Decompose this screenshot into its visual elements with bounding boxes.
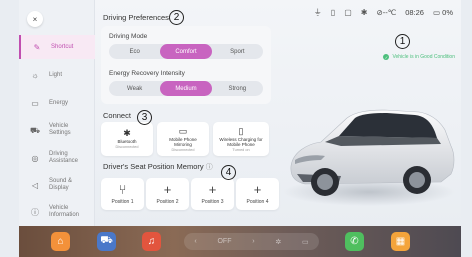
seat-icon: ⑂ [118, 181, 127, 197]
temperature-readout: ⊘--℃ [376, 7, 397, 17]
sidebar-item-label: Light [49, 71, 63, 78]
apps-grid-icon: ▦ [395, 236, 406, 247]
battery-readout: ▭ 0% [432, 7, 453, 17]
speaker-icon: ◁ [31, 180, 39, 190]
sidebar: × ✎ Shortcut ☼ Light ▭ Energy ⛟ Vehicle … [19, 0, 95, 226]
driving-preferences-title: Driving Preferences [103, 13, 169, 22]
mobile-mirroring-title: Mobile Phone Mirroring [169, 136, 197, 147]
car-icon: ⛟ [100, 235, 113, 246]
plus-icon: + [208, 181, 217, 197]
music-button[interactable]: ♫ [142, 232, 161, 251]
energy-recovery-selector: Weak Medium Strong [109, 81, 263, 96]
sidebar-item-light[interactable]: ☼ Light [19, 63, 95, 87]
dock: ⌂ ⛟ ♫ ‹ OFF › ✲ ▭ ✆ ▦ [19, 226, 461, 257]
seat-position-4[interactable]: + Position 4 [236, 178, 279, 210]
sun-icon: ☼ [31, 70, 39, 80]
vehicle-button[interactable]: ⛟ [97, 232, 116, 251]
wireless-charging-title: Wireless Charging for Mobile Phone [219, 136, 263, 147]
plus-icon: + [163, 181, 172, 197]
climate-left-arrow-icon[interactable]: ‹ [194, 238, 196, 245]
seat-memory-title: Driver's Seat Position Memory ⓘ [103, 162, 213, 171]
energy-recovery-label: Energy Recovery Intensity [109, 70, 185, 77]
energy-recovery-medium[interactable]: Medium [160, 81, 212, 96]
bluetooth-icon: ✱ [123, 128, 131, 138]
driving-mode-selector: Eco Comfort Sport [109, 44, 263, 59]
bluetooth-icon: ✱ [360, 7, 368, 17]
info-icon: ⓘ [31, 207, 39, 217]
status-bar: ⏚ ▯ ▢ ✱ ⊘--℃ 08:26 ▭ 0% [314, 6, 453, 18]
vehicle-status: ✓ Vehicle is in Good Condition [383, 54, 455, 60]
battery-icon: ▭ [31, 98, 39, 108]
driving-mode-label: Driving Mode [109, 33, 148, 40]
sidebar-item-label: Energy [49, 99, 69, 106]
climate-off-label[interactable]: OFF [217, 238, 231, 245]
pen-icon: ✎ [33, 42, 41, 52]
screen-cast-icon: ▢ [344, 7, 352, 17]
annotation-marker-4: 4 [221, 165, 236, 180]
sim-icon: ▯ [330, 7, 336, 17]
seat-memory-info-icon[interactable]: ⓘ [206, 164, 213, 171]
phone-button[interactable]: ✆ [345, 232, 364, 251]
car-image [283, 109, 455, 206]
home-button[interactable]: ⌂ [51, 232, 70, 251]
seat-position-label: Position 3 [201, 198, 224, 205]
sidebar-item-label: Shortcut [51, 43, 74, 50]
mobile-mirroring-status: Disconnected [171, 147, 195, 152]
sidebar-item-label: Driving Assistance [49, 151, 79, 164]
energy-recovery-weak[interactable]: Weak [109, 81, 160, 96]
sidebar-item-sound-display[interactable]: ◁ Sound & Display [19, 173, 95, 197]
seat-heat-icon[interactable]: ▭ [302, 238, 309, 246]
close-button[interactable]: × [27, 11, 43, 27]
annotation-marker-2: 2 [169, 10, 184, 25]
clock: 08:26 [405, 7, 424, 17]
sidebar-item-vehicle-information[interactable]: ⓘ Vehicle Information [19, 200, 95, 224]
seat-position-label: Position 2 [156, 198, 179, 205]
sidebar-item-energy[interactable]: ▭ Energy [19, 91, 95, 115]
connect-title: Connect [103, 111, 131, 120]
home-icon: ⌂ [57, 236, 64, 247]
wireless-charging-card[interactable]: ▯ Wireless Charging for Mobile Phone Tur… [213, 122, 269, 156]
close-icon: × [32, 14, 38, 24]
annotation-marker-1: 1 [395, 34, 410, 49]
wireless-charging-status: Turned on [232, 147, 250, 152]
mobile-mirroring-card[interactable]: ▭ Mobile Phone Mirroring Disconnected [157, 122, 209, 156]
climate-right-arrow-icon[interactable]: › [252, 238, 254, 245]
plus-icon: + [253, 181, 262, 197]
annotation-marker-3: 3 [137, 110, 152, 125]
phone-charging-icon: ▯ [238, 125, 244, 136]
sidebar-item-vehicle-settings[interactable]: ⛟ Vehicle Settings [19, 118, 95, 142]
seat-position-label: Position 4 [246, 198, 269, 205]
check-icon: ✓ [383, 54, 390, 60]
vehicle-status-text: Vehicle is in Good Condition [392, 54, 455, 60]
seat-position-1[interactable]: ⑂ Position 1 [101, 178, 144, 210]
sidebar-item-driving-assistance[interactable]: ◎ Driving Assistance [19, 146, 95, 170]
seat-position-label: Position 1 [111, 198, 134, 205]
bluetooth-title: Bluetooth [117, 139, 137, 144]
sidebar-item-label: Vehicle Information [49, 205, 80, 218]
bluetooth-status: Disconnected [115, 145, 139, 149]
sidebar-item-label: Vehicle Settings [49, 123, 71, 136]
driving-mode-eco[interactable]: Eco [109, 44, 160, 59]
driving-mode-sport[interactable]: Sport [212, 44, 263, 59]
screen-mirror-icon: ▭ [178, 125, 188, 136]
vehicle-settings-screen: ⏚ ▯ ▢ ✱ ⊘--℃ 08:26 ▭ 0% × ✎ Shortcut ☼ L… [19, 0, 461, 226]
steering-wheel-icon: ◎ [31, 153, 39, 163]
seat-position-3[interactable]: + Position 3 [191, 178, 234, 210]
energy-recovery-strong[interactable]: Strong [212, 81, 263, 96]
sidebar-item-label: Sound & Display [49, 178, 73, 191]
climate-control: ‹ OFF › ✲ ▭ [184, 233, 319, 250]
apps-button[interactable]: ▦ [391, 232, 410, 251]
bluetooth-card[interactable]: ✱ Bluetooth Disconnected [101, 122, 153, 156]
battery-icon: ▭ [432, 7, 441, 17]
car-icon: ⛟ [29, 125, 41, 135]
usb-icon: ⏚ [313, 7, 322, 17]
seat-position-2[interactable]: + Position 2 [146, 178, 189, 210]
music-icon: ♫ [147, 236, 156, 247]
sidebar-item-shortcut[interactable]: ✎ Shortcut [19, 35, 95, 59]
fan-icon[interactable]: ✲ [275, 238, 281, 246]
driving-mode-comfort[interactable]: Comfort [160, 44, 212, 59]
phone-icon: ✆ [350, 236, 359, 247]
